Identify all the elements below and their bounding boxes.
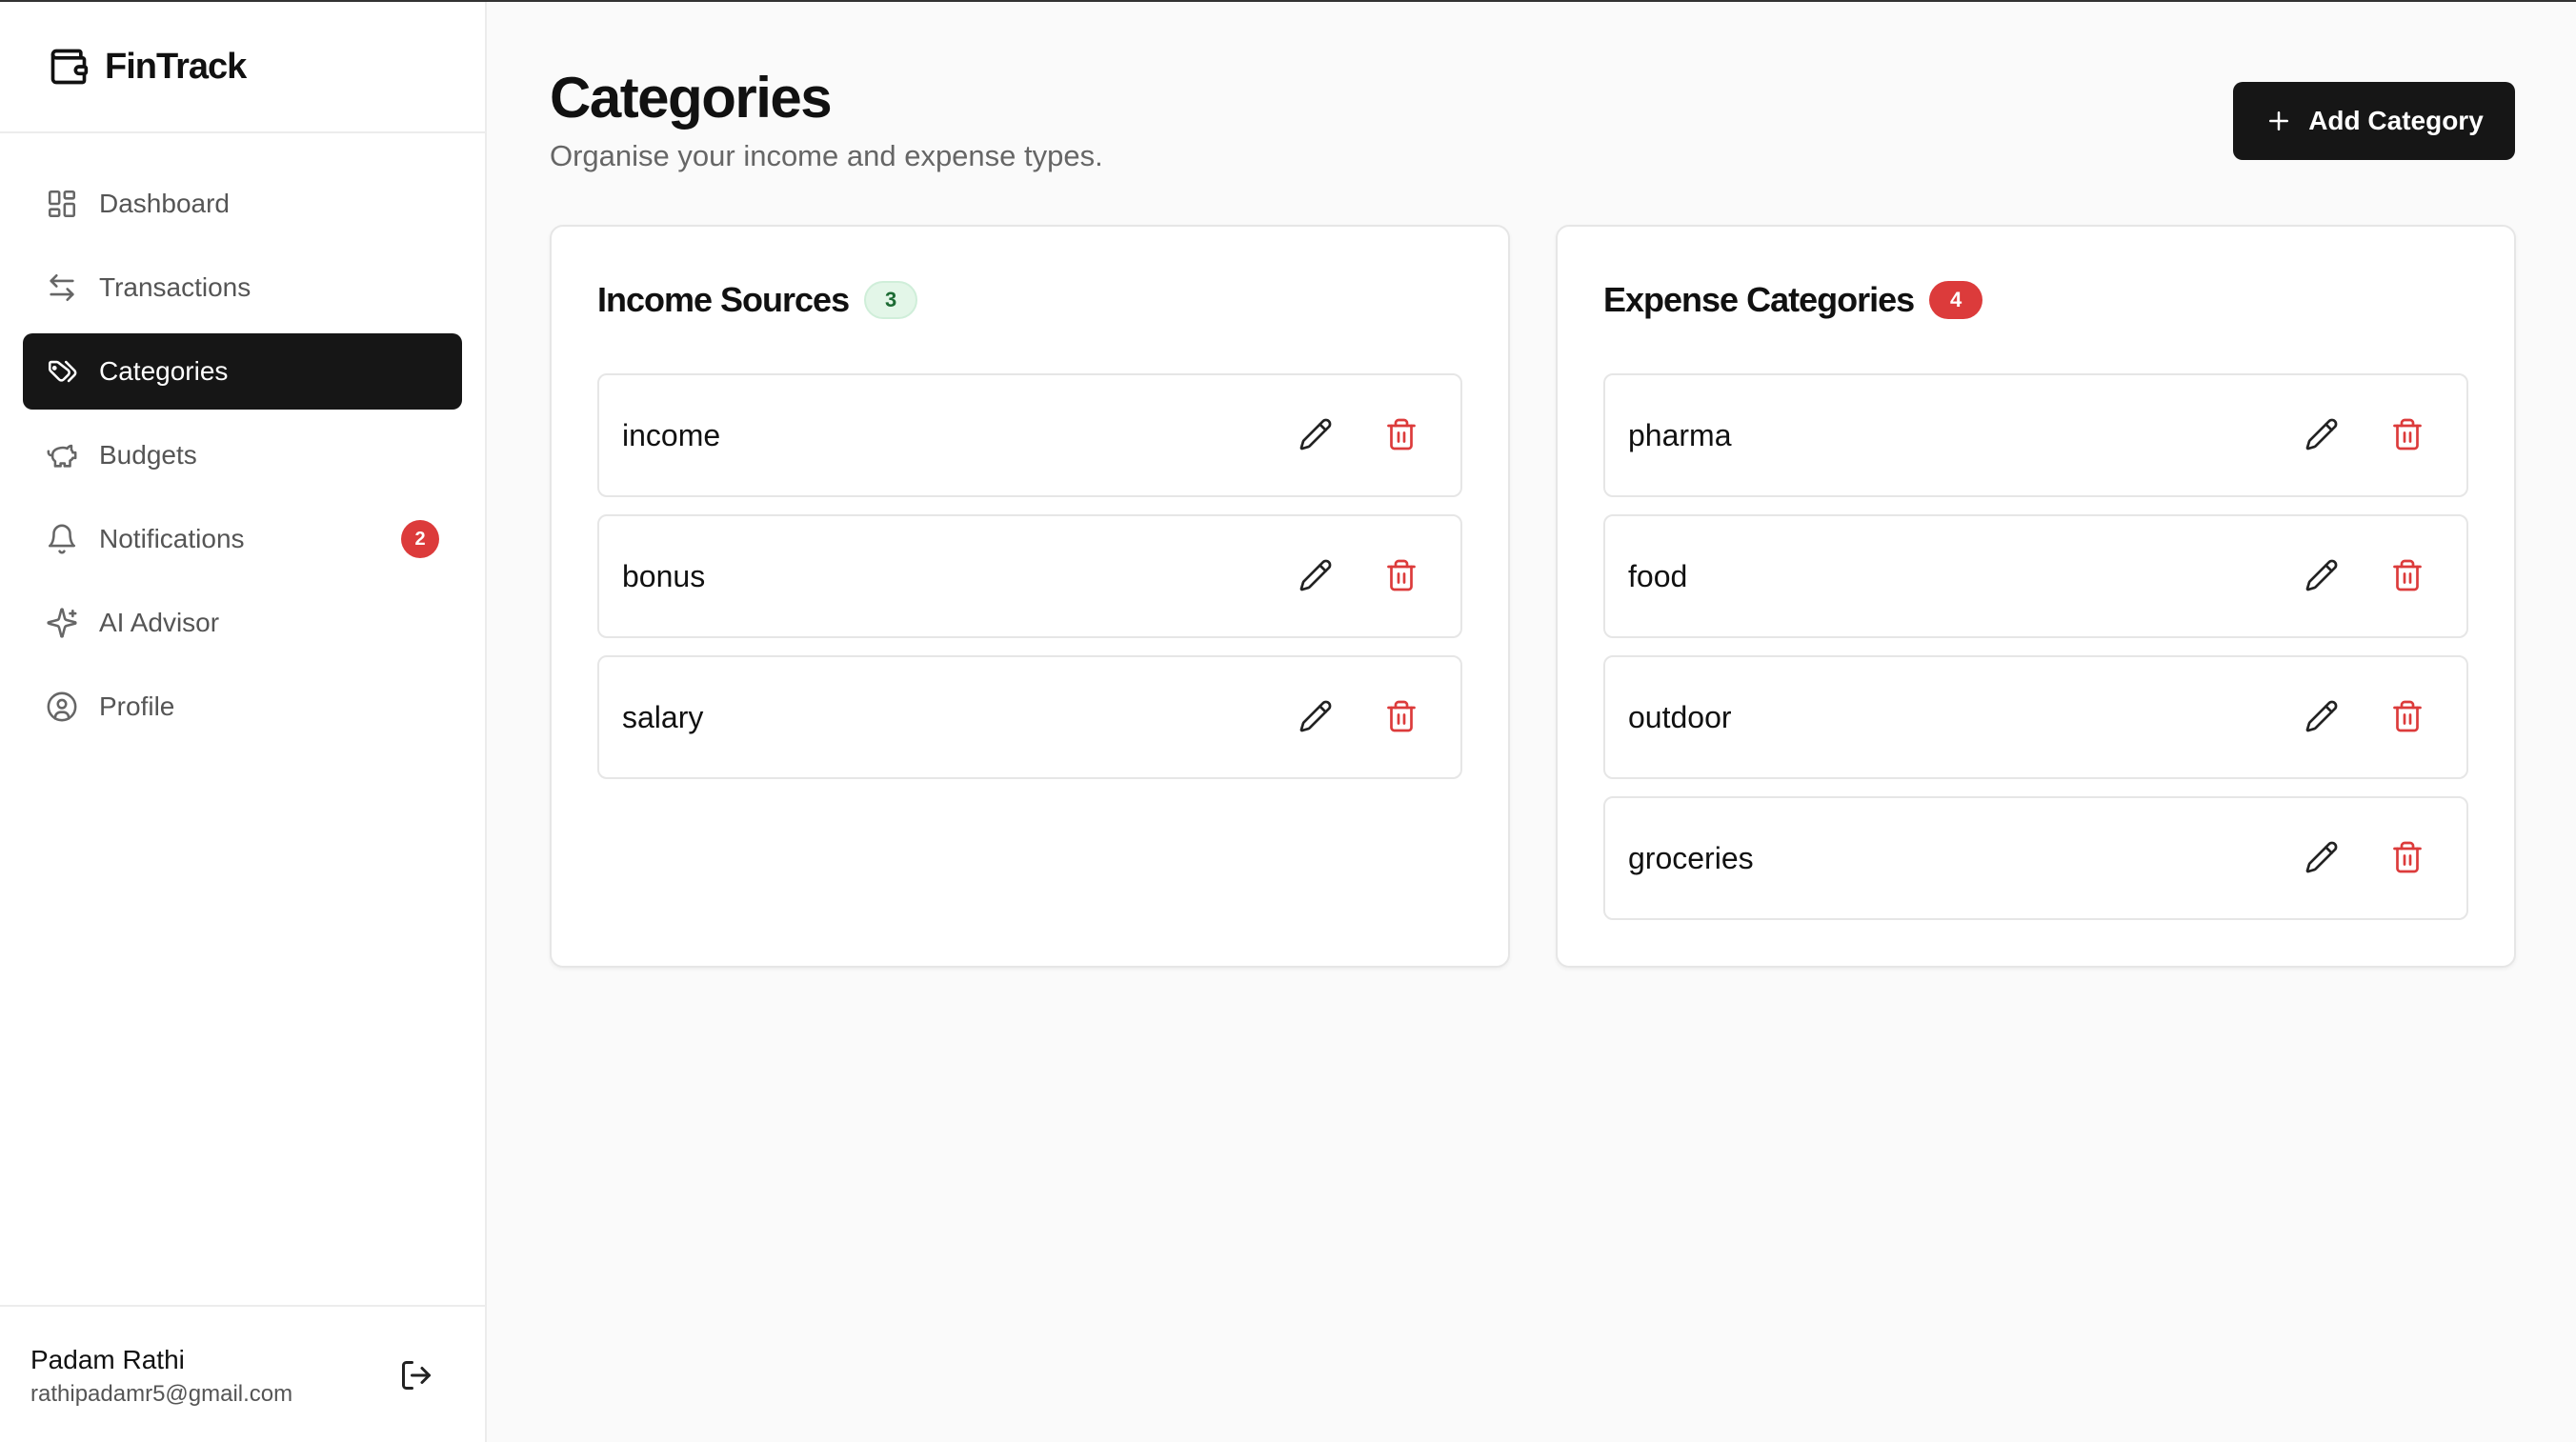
sidebar-item-dashboard[interactable]: Dashboard bbox=[23, 166, 462, 242]
expense-list: pharma food outdoor groceries bbox=[1603, 373, 2468, 920]
income-count-badge: 3 bbox=[864, 281, 918, 319]
list-item: salary bbox=[597, 655, 1462, 779]
logout-icon[interactable] bbox=[399, 1358, 433, 1392]
row-actions bbox=[1298, 699, 1419, 733]
category-name: outdoor bbox=[1628, 699, 1732, 734]
income-list: income bonus salary bbox=[597, 373, 1462, 779]
card-header: Income Sources 3 bbox=[597, 278, 1462, 322]
page-title: Categories bbox=[550, 66, 833, 130]
transfer-arrows-icon bbox=[46, 271, 78, 304]
sidebar-item-label: Categories bbox=[99, 356, 229, 386]
list-item: outdoor bbox=[1603, 655, 2468, 779]
card-title: Income Sources bbox=[597, 280, 850, 319]
card-header: Expense Categories 4 bbox=[1603, 278, 2468, 322]
sidebar-nav: Dashboard Transactions Categories Budget… bbox=[0, 166, 485, 745]
edit-icon[interactable] bbox=[2304, 840, 2339, 874]
dashboard-icon bbox=[46, 188, 78, 220]
row-actions bbox=[2304, 840, 2425, 874]
brand-name: FinTrack bbox=[105, 46, 247, 87]
row-actions bbox=[2304, 417, 2425, 451]
category-name: income bbox=[622, 417, 721, 452]
trash-icon[interactable] bbox=[1384, 558, 1419, 592]
list-item: groceries bbox=[1603, 796, 2468, 920]
row-actions bbox=[2304, 558, 2425, 592]
edit-icon[interactable] bbox=[1298, 417, 1333, 451]
plus-icon bbox=[2269, 111, 2289, 130]
piggy-bank-icon bbox=[46, 439, 78, 471]
user-circle-icon bbox=[46, 691, 78, 723]
expense-categories-card: Expense Categories 4 pharma food outdoor… bbox=[1556, 225, 2516, 968]
trash-icon[interactable] bbox=[2390, 840, 2425, 874]
row-actions bbox=[1298, 417, 1419, 451]
sidebar: FinTrack Dashboard Transactions Categori… bbox=[0, 2, 487, 1442]
edit-icon[interactable] bbox=[2304, 699, 2339, 733]
list-item: pharma bbox=[1603, 373, 2468, 497]
card-title: Expense Categories bbox=[1603, 280, 1915, 319]
sidebar-item-ai-advisor[interactable]: AI Advisor bbox=[23, 585, 462, 661]
add-category-button[interactable]: Add Category bbox=[2233, 82, 2515, 160]
list-item: income bbox=[597, 373, 1462, 497]
sidebar-item-budgets[interactable]: Budgets bbox=[23, 417, 462, 493]
list-item: food bbox=[1603, 514, 2468, 638]
trash-icon[interactable] bbox=[2390, 699, 2425, 733]
row-actions bbox=[2304, 699, 2425, 733]
bell-icon bbox=[46, 523, 78, 555]
row-actions bbox=[1298, 558, 1419, 592]
page-subtitle: Organise your income and expense types. bbox=[550, 139, 1103, 172]
sidebar-item-profile[interactable]: Profile bbox=[23, 669, 462, 745]
wallet-icon bbox=[48, 46, 90, 88]
sidebar-item-transactions[interactable]: Transactions bbox=[23, 250, 462, 326]
category-name: food bbox=[1628, 558, 1688, 593]
sidebar-item-label: Dashboard bbox=[99, 189, 230, 218]
sidebar-item-label: Transactions bbox=[99, 272, 252, 302]
tag-icon bbox=[46, 355, 78, 388]
sparkles-icon bbox=[46, 607, 78, 639]
edit-icon[interactable] bbox=[2304, 558, 2339, 592]
edit-icon[interactable] bbox=[1298, 558, 1333, 592]
brand[interactable]: FinTrack bbox=[0, 2, 485, 133]
trash-icon[interactable] bbox=[2390, 558, 2425, 592]
sidebar-item-notifications[interactable]: Notifications 2 bbox=[23, 501, 462, 577]
category-name: bonus bbox=[622, 558, 706, 593]
trash-icon[interactable] bbox=[1384, 417, 1419, 451]
sidebar-item-label: Budgets bbox=[99, 440, 197, 470]
sidebar-item-label: Notifications bbox=[99, 524, 245, 553]
add-category-label: Add Category bbox=[2308, 106, 2484, 135]
trash-icon[interactable] bbox=[2390, 417, 2425, 451]
notification-count-badge: 2 bbox=[401, 520, 439, 558]
user-block: Padam Rathi rathipadamr5@gmail.com bbox=[0, 1305, 485, 1442]
sidebar-item-label: AI Advisor bbox=[99, 608, 220, 637]
sidebar-item-label: Profile bbox=[99, 691, 175, 721]
income-sources-card: Income Sources 3 income bonus salary bbox=[550, 225, 1510, 968]
category-name: pharma bbox=[1628, 417, 1732, 452]
category-name: salary bbox=[622, 699, 704, 734]
expense-count-badge: 4 bbox=[1929, 281, 1983, 319]
category-name: groceries bbox=[1628, 840, 1754, 875]
edit-icon[interactable] bbox=[1298, 699, 1333, 733]
list-item: bonus bbox=[597, 514, 1462, 638]
trash-icon[interactable] bbox=[1384, 699, 1419, 733]
sidebar-item-categories[interactable]: Categories bbox=[23, 333, 462, 410]
edit-icon[interactable] bbox=[2304, 417, 2339, 451]
